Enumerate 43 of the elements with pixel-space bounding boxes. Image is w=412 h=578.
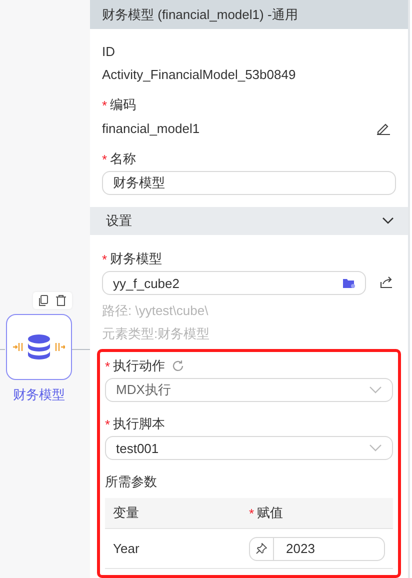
output-port-icon (55, 342, 65, 352)
script-select[interactable]: test001 (105, 436, 393, 460)
settings-header[interactable]: 设置 (90, 207, 408, 235)
refresh-icon[interactable] (172, 360, 184, 372)
chevron-down-icon (369, 386, 382, 394)
chevron-icon (382, 217, 394, 225)
required-mark: * (102, 152, 108, 166)
required-mark: * (102, 252, 108, 266)
field-label: 财务模型 (110, 250, 162, 268)
database-icon (27, 334, 51, 360)
id-value: Activity_FinancialModel_53b0849 (102, 66, 296, 82)
edit-icon[interactable] (377, 122, 390, 134)
field-label: 编码 (110, 96, 136, 114)
section-label: 所需参数 (105, 473, 157, 491)
element-type-text: 元素类型:财务模型 (102, 324, 211, 342)
input-port-icon (13, 342, 23, 352)
field-label: 名称 (110, 150, 136, 168)
value-input[interactable]: 2023 (249, 536, 385, 560)
column-header: 赋值 (257, 504, 284, 522)
share-icon[interactable] (380, 276, 393, 288)
panel-title: 财务模型 (financial_model1) -通用 (90, 0, 408, 29)
required-mark: * (249, 506, 254, 520)
field-label: 执行脚本 (113, 415, 166, 433)
required-mark: * (102, 98, 108, 112)
trash-icon[interactable] (56, 295, 66, 306)
chevron-down-icon (369, 444, 382, 452)
node-card[interactable] (6, 314, 72, 380)
code-value: financial_model1 (102, 120, 200, 136)
path-text: 路径: \yytest\cube\ (102, 302, 210, 320)
required-mark: * (105, 416, 110, 432)
required-mark: * (105, 358, 110, 374)
folder-icon (343, 278, 355, 288)
field-label: ID (102, 44, 115, 58)
field-label: 执行动作 (113, 357, 166, 375)
table-cell-text: Year (113, 541, 140, 556)
pin-icon[interactable] (256, 543, 267, 554)
name-input[interactable]: 财务模型 (102, 171, 396, 195)
model-input[interactable]: yy_f_cube2 (102, 271, 366, 295)
connector-line (72, 349, 90, 350)
column-header: 变量 (113, 504, 139, 522)
copy-icon[interactable] (39, 295, 48, 306)
action-select[interactable]: MDX执行 (105, 378, 393, 402)
node-label: 财务模型 (13, 386, 65, 404)
